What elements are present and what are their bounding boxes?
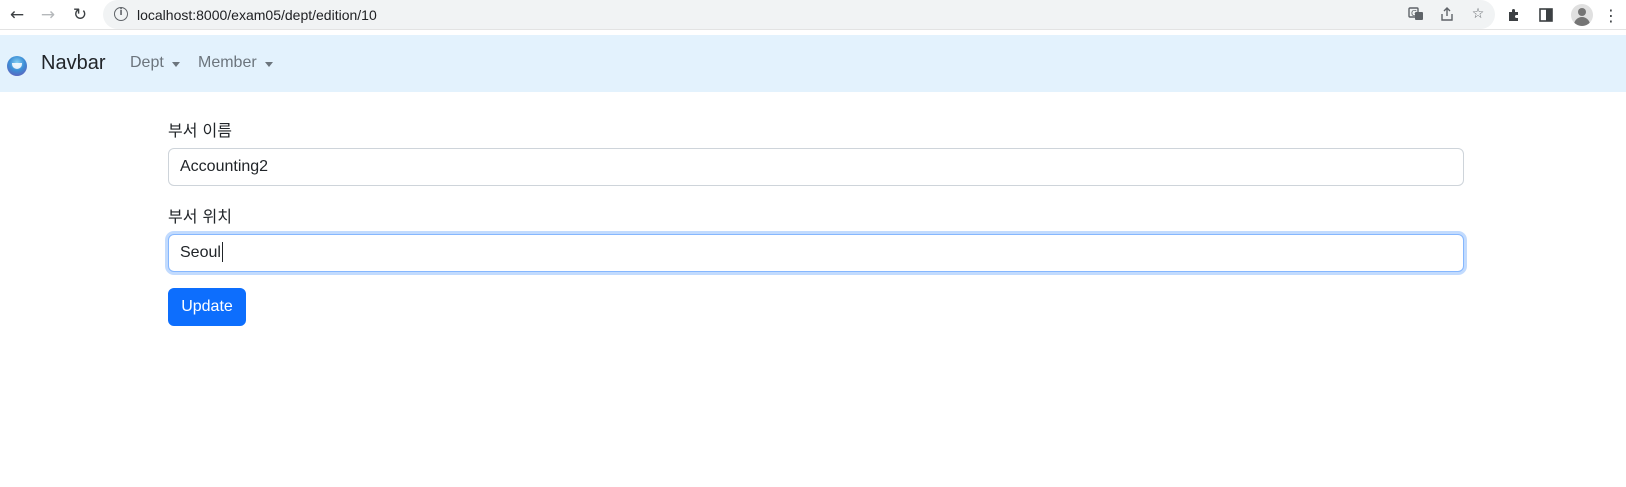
dept-location-label: 부서 위치 [168,207,232,226]
forward-arrow-icon[interactable]: → [36,3,60,27]
dept-location-input[interactable]: Seoul [168,234,1464,272]
nav-dropdown-label: Dept [130,54,164,71]
nav-dropdown-dept[interactable]: Dept [130,54,180,72]
reload-icon[interactable]: ↻ [68,3,92,27]
dept-name-value: Accounting2 [180,158,269,175]
nav-dropdown-label: Member [198,54,257,71]
more-menu-icon[interactable]: ⋮ [1599,3,1623,27]
nav-dropdown-member[interactable]: Member [198,54,273,72]
dept-location-value: Seoul [180,244,221,261]
caret-down-icon [171,61,180,67]
dept-name-input[interactable]: Accounting2 [168,148,1464,186]
brand-logo-icon[interactable] [7,56,27,76]
caret-down-icon [264,61,273,67]
navbar-brand[interactable]: Navbar [41,52,105,75]
extensions-puzzle-icon[interactable] [1502,3,1526,27]
share-icon[interactable] [1436,3,1458,25]
browser-toolbar: ← → ↻ i localhost:8000/exam05/dept/editi… [0,0,1626,30]
info-icon[interactable]: i [114,7,128,21]
text-cursor [221,241,223,262]
url-text[interactable]: localhost:8000/exam05/dept/edition/10 [137,7,377,23]
app-navbar: Navbar Dept Member [0,35,1626,92]
dept-name-label: 부서 이름 [168,121,232,140]
back-arrow-icon[interactable]: ← [5,3,29,27]
address-bar[interactable]: i localhost:8000/exam05/dept/edition/10 … [103,0,1495,29]
update-button[interactable]: Update [168,288,246,326]
bookmark-star-icon[interactable]: ☆ [1467,3,1489,25]
side-panel-icon[interactable] [1534,3,1558,27]
profile-avatar-icon[interactable] [1571,4,1593,26]
translate-icon[interactable]: G [1405,3,1427,25]
